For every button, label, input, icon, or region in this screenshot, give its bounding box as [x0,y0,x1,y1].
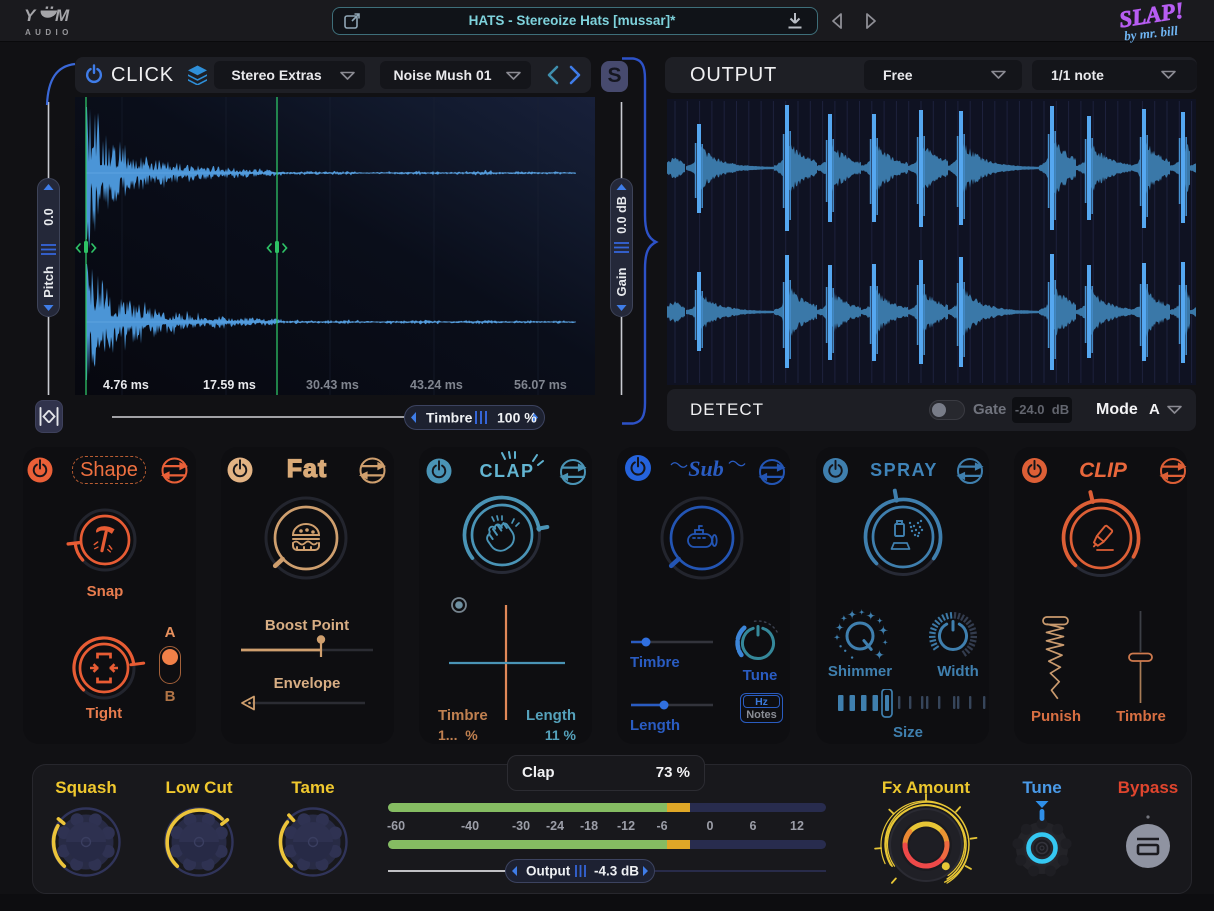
svg-text:4.76 ms: 4.76 ms [103,378,149,392]
svg-text:Pitch: Pitch [41,266,56,298]
svg-text:Output: Output [526,864,571,879]
svg-text:43.24 ms: 43.24 ms [410,378,463,392]
svg-text:0.0: 0.0 [42,208,56,225]
svg-text:Y: Y [24,6,37,25]
svg-text:AUDIO: AUDIO [25,28,73,37]
svg-text:30.43 ms: 30.43 ms [306,378,359,392]
svg-text:100 %: 100 % [497,410,537,426]
svg-text:56.07 ms: 56.07 ms [514,378,567,392]
svg-text:M: M [55,6,70,25]
svg-text:17.59 ms: 17.59 ms [203,378,256,392]
svg-text:-4.3 dB: -4.3 dB [594,864,639,879]
svg-text:Timbre: Timbre [426,410,473,426]
